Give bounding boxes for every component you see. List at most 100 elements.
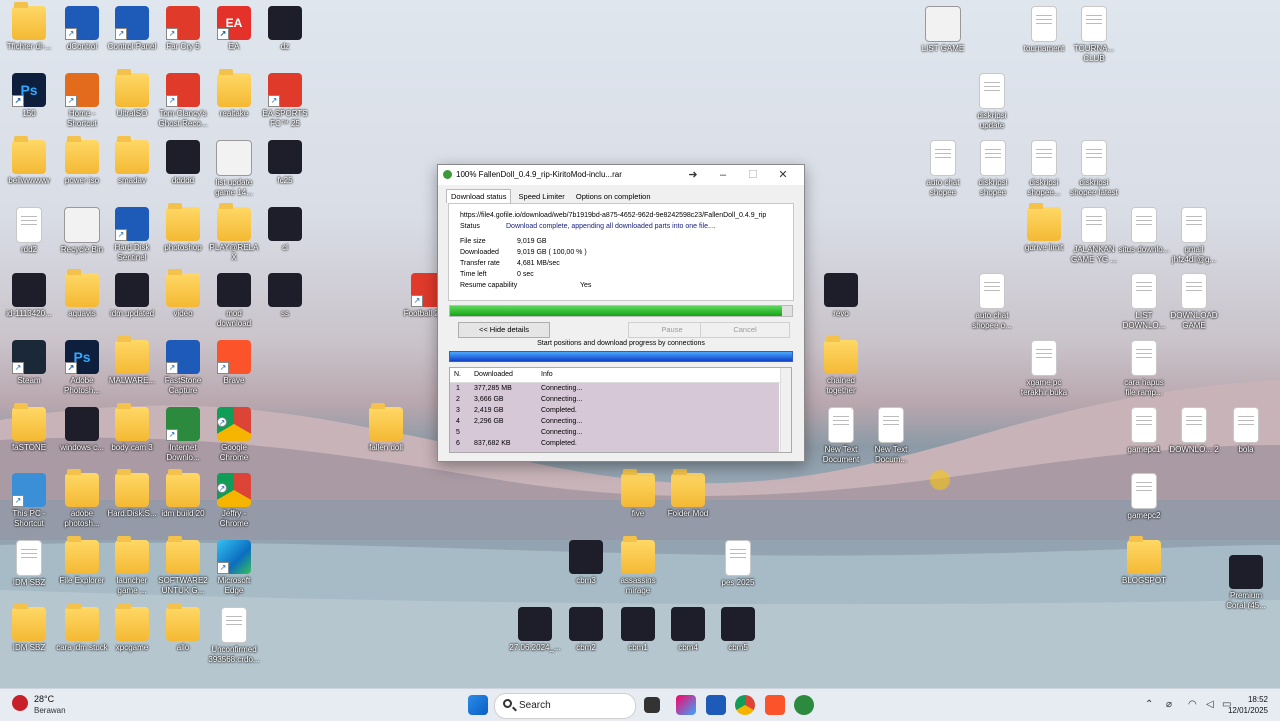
desktop-icon[interactable]: pes 2025 — [712, 540, 764, 588]
desktop-icon[interactable]: Steam — [3, 340, 55, 386]
start-button[interactable] — [468, 695, 488, 715]
desktop-icon[interactable]: body cam 3 — [106, 403, 158, 453]
desktop-icon[interactable]: Control Panel — [106, 6, 158, 52]
dialog-titlebar[interactable]: 100% FallenDoll_0.4.9_rip-KiritoMod-incl… — [438, 165, 804, 185]
desktop-icon[interactable]: IDM SBZ — [3, 540, 55, 588]
store-icon[interactable] — [706, 695, 726, 715]
desktop-icon[interactable]: adobe photosh... — [56, 469, 108, 529]
desktop-icon[interactable]: Jeffry - Chrome — [208, 473, 260, 529]
desktop-icon[interactable]: Microsoft Edge — [208, 540, 260, 596]
desktop-icon[interactable]: aquavis — [56, 269, 108, 319]
desktop-icon[interactable]: ddddd — [157, 140, 209, 186]
chevron-up-icon[interactable]: ⌃ — [1145, 699, 1153, 710]
brave-taskbar-icon[interactable] — [765, 695, 785, 715]
desktop-icon[interactable]: LIST GAME — [917, 6, 969, 54]
desktop-icon[interactable]: idm updated — [106, 273, 158, 319]
desktop-icon[interactable]: Internet Downlo... — [157, 407, 209, 463]
minimize-button[interactable]: – — [708, 165, 738, 185]
desktop-icon[interactable]: revo — [815, 273, 867, 319]
connection-row[interactable]: 3 2,419 GB Completed. — [450, 406, 779, 417]
desktop-icon[interactable]: FastStone Capture — [157, 340, 209, 396]
tab-options-on-completion[interactable]: Options on completion — [572, 190, 655, 203]
desktop-icon[interactable]: faSTONE — [3, 403, 55, 453]
desktop-icon[interactable]: Far Cry 5 — [157, 6, 209, 52]
connection-row[interactable]: 1 377,285 MB Connecting... — [450, 384, 779, 395]
desktop-icon[interactable]: launcher game ... — [106, 536, 158, 596]
desktop-icon[interactable]: realtake — [208, 69, 260, 119]
desktop-icon[interactable]: File Explorer — [56, 536, 108, 586]
desktop-icon[interactable]: auto chat shopee — [917, 140, 969, 198]
copilot-icon[interactable] — [676, 695, 696, 715]
desktop-icon[interactable]: EA EA — [208, 6, 260, 52]
desktop-icon[interactable]: Unconfirmed 393568.crdo... — [208, 607, 260, 665]
wifi-icon[interactable]: ◠ — [1188, 699, 1197, 710]
desktop-icon[interactable]: Folder Mod — [662, 469, 714, 519]
desktop-icon[interactable]: situs downlo... — [1118, 207, 1170, 255]
desktop-icon[interactable]: JALANKAN GAME YG ... — [1068, 207, 1120, 265]
desktop-icon[interactable]: Ps Adobe Photosh... — [56, 340, 108, 396]
desktop-icon[interactable]: UltraISO — [106, 69, 158, 119]
close-button[interactable]: ✕ — [768, 165, 798, 185]
col-header-n[interactable]: N. — [454, 371, 461, 378]
desktop-icon[interactable]: five — [612, 469, 664, 519]
desktop-icon[interactable]: dControl — [56, 6, 108, 52]
desktop-icon[interactable]: id-1113420... — [3, 273, 55, 319]
system-clock[interactable]: 18:52 12/01/2025 — [1228, 694, 1268, 716]
desktop-icon[interactable]: Brave — [208, 340, 260, 386]
volume-icon[interactable]: ◁ — [1206, 699, 1214, 710]
desktop-icon[interactable]: cbm2 — [560, 607, 612, 653]
desktop-icon[interactable]: idm build 20 — [157, 469, 209, 519]
desktop-icon[interactable]: EA SPORTS FC™ 25 — [259, 73, 311, 129]
desktop-icon[interactable]: cl — [259, 207, 311, 253]
desktop-icon[interactable]: diskripsi update — [966, 73, 1018, 131]
connections-scrollbar[interactable] — [780, 368, 791, 452]
desktop-icon[interactable]: windows c... — [56, 407, 108, 453]
desktop-icon[interactable]: ss — [259, 273, 311, 319]
cancel-button[interactable]: Cancel — [700, 322, 790, 338]
desktop-icon[interactable]: Premium Coral (45... — [1220, 555, 1272, 611]
network-icon[interactable]: ⌀ — [1166, 699, 1172, 710]
desktop-icon[interactable]: cbm5 — [712, 607, 764, 653]
desktop-icon[interactable]: allo — [157, 603, 209, 653]
desktop-icon[interactable]: photoshop — [157, 203, 209, 253]
desktop-icon[interactable]: Hard Disk Sentinel — [106, 207, 158, 263]
desktop-icon[interactable]: Hard.Disk.S... — [106, 469, 158, 519]
connection-row[interactable]: 5 Connecting... — [450, 428, 779, 439]
desktop-icon[interactable]: BLOGSPOT — [1118, 536, 1170, 586]
desktop-icon[interactable]: IDM SBZ — [3, 603, 55, 653]
maximize-button[interactable]: ☐ — [738, 165, 768, 185]
task-view-icon[interactable] — [644, 697, 660, 713]
desktop-icon[interactable]: TOURNA... CLUB — [1068, 6, 1120, 64]
desktop-icon[interactable]: New Text Docum... — [865, 407, 917, 465]
desktop-icon[interactable]: 27.06.2024_... — [509, 607, 561, 653]
desktop-icon[interactable]: gdrive limit — [1018, 203, 1070, 253]
desktop-icon[interactable]: Ps 150 — [3, 73, 55, 119]
tab-speed-limiter[interactable]: Speed Limiter — [515, 190, 569, 203]
col-header-downloaded[interactable]: Downloaded — [474, 371, 513, 378]
desktop-icon[interactable]: diskripsi shopee latest — [1068, 140, 1120, 198]
desktop-icon[interactable]: bellwwwww — [3, 136, 55, 186]
desktop-icon[interactable]: gamepc2 — [1118, 473, 1170, 521]
search-box[interactable]: Search — [494, 693, 636, 719]
connection-row[interactable]: 2 3,666 GB Connecting... — [450, 395, 779, 406]
desktop-icon[interactable]: tournament — [1018, 6, 1070, 54]
desktop-icon[interactable]: mod download — [208, 273, 260, 329]
tab-download-status[interactable]: Download status — [446, 189, 512, 203]
desktop-icon[interactable]: cbm1 — [612, 607, 664, 653]
desktop-icon[interactable]: xgame pc terakhir buka — [1018, 340, 1070, 398]
desktop-icon[interactable]: gmail jhfz4dll@g... — [1168, 207, 1220, 265]
connection-row[interactable]: 6 837,682 KB Completed. — [450, 439, 779, 450]
desktop-icon[interactable]: diskripsi shopee — [967, 140, 1019, 198]
idm-taskbar-icon[interactable] — [794, 695, 814, 715]
desktop-icon[interactable]: assassins mirage — [612, 536, 664, 596]
desktop-icon[interactable]: video — [157, 269, 209, 319]
desktop-icon[interactable]: auto chat shopee o... — [966, 273, 1018, 331]
desktop-icon[interactable]: cbm3 — [560, 540, 612, 586]
desktop-icon[interactable]: cara hapus file ramp... — [1118, 340, 1170, 398]
desktop-icon[interactable]: rdd2 — [3, 207, 55, 255]
hide-details-button[interactable]: << Hide details — [458, 322, 550, 338]
desktop-icon[interactable]: Google Chrome — [208, 407, 260, 463]
desktop-icon[interactable]: bola — [1220, 407, 1272, 455]
desktop-icon[interactable]: Home - Shortcut — [56, 73, 108, 129]
desktop-icon[interactable]: PLAY@RELAX — [208, 203, 260, 263]
